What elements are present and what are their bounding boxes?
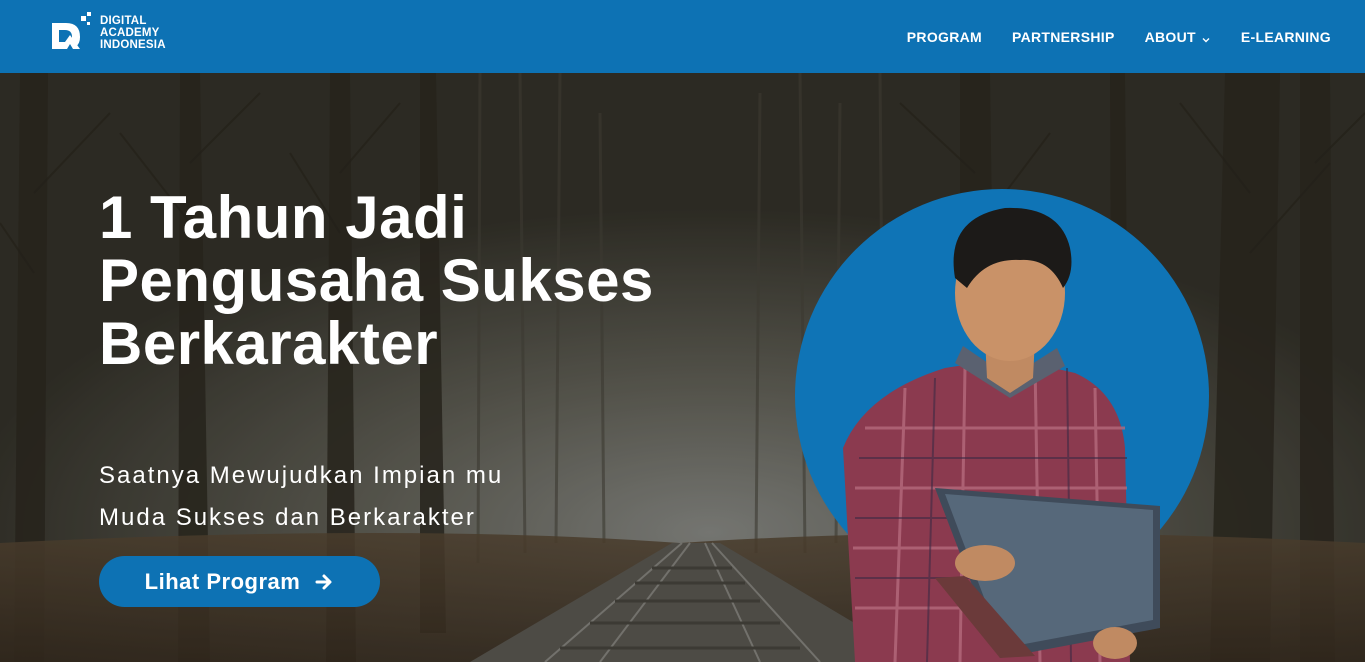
hero-headline-line3: Berkarakter — [99, 310, 439, 377]
nav-item-label: PARTNERSHIP — [1011, 28, 1115, 45]
chevron-down-icon — [1201, 32, 1211, 42]
arrow-right-icon — [314, 572, 334, 592]
brand-name-line2: ACADEMY — [100, 27, 160, 39]
hero-subheadline-line2: Muda Sukses dan Berkarakter — [99, 504, 476, 531]
nav-item-label: ABOUT — [1144, 28, 1196, 45]
hero-headline-line1: 1 Tahun Jadi — [99, 184, 468, 251]
brand-name: DIGITAL ACADEMY INDONESIA — [100, 15, 166, 51]
hero-headline: 1 Tahun Jadi Pengusaha Sukses Berkarakte… — [99, 186, 799, 375]
lihat-program-button[interactable]: Lihat Program — [99, 556, 380, 607]
nav-item-label: PROGRAM — [906, 28, 982, 45]
nav-item-label: E-LEARNING — [1240, 28, 1331, 45]
page: DIGITAL ACADEMY INDONESIA PROGRAM PARTNE… — [0, 0, 1365, 662]
hero-subheadline: Saatnya Mewujudkan Impian mu Muda Sukses… — [99, 455, 503, 539]
nav-item-elearning[interactable]: E-LEARNING — [1241, 29, 1331, 45]
nav-item-about[interactable]: ABOUT — [1145, 29, 1211, 45]
site-header: DIGITAL ACADEMY INDONESIA PROGRAM PARTNE… — [0, 0, 1365, 73]
brand-name-line1: DIGITAL — [100, 15, 147, 27]
hero-headline-line2: Pengusaha Sukses — [99, 247, 654, 314]
nav-item-partnership[interactable]: PARTNERSHIP — [1012, 29, 1115, 45]
main-nav: PROGRAM PARTNERSHIP ABOUT E-LEARNING — [877, 0, 1331, 73]
brand-logo[interactable]: DIGITAL ACADEMY INDONESIA — [50, 11, 166, 55]
student-with-laptop-image — [795, 189, 1209, 662]
nav-item-program[interactable]: PROGRAM — [907, 29, 982, 45]
hero-section: 1 Tahun Jadi Pengusaha Sukses Berkarakte… — [0, 73, 1365, 662]
hero-subheadline-line1: Saatnya Mewujudkan Impian mu — [99, 462, 504, 489]
brand-name-line3: INDONESIA — [100, 39, 166, 51]
cta-label: Lihat Program — [144, 568, 301, 594]
da-logo-icon — [50, 11, 94, 55]
